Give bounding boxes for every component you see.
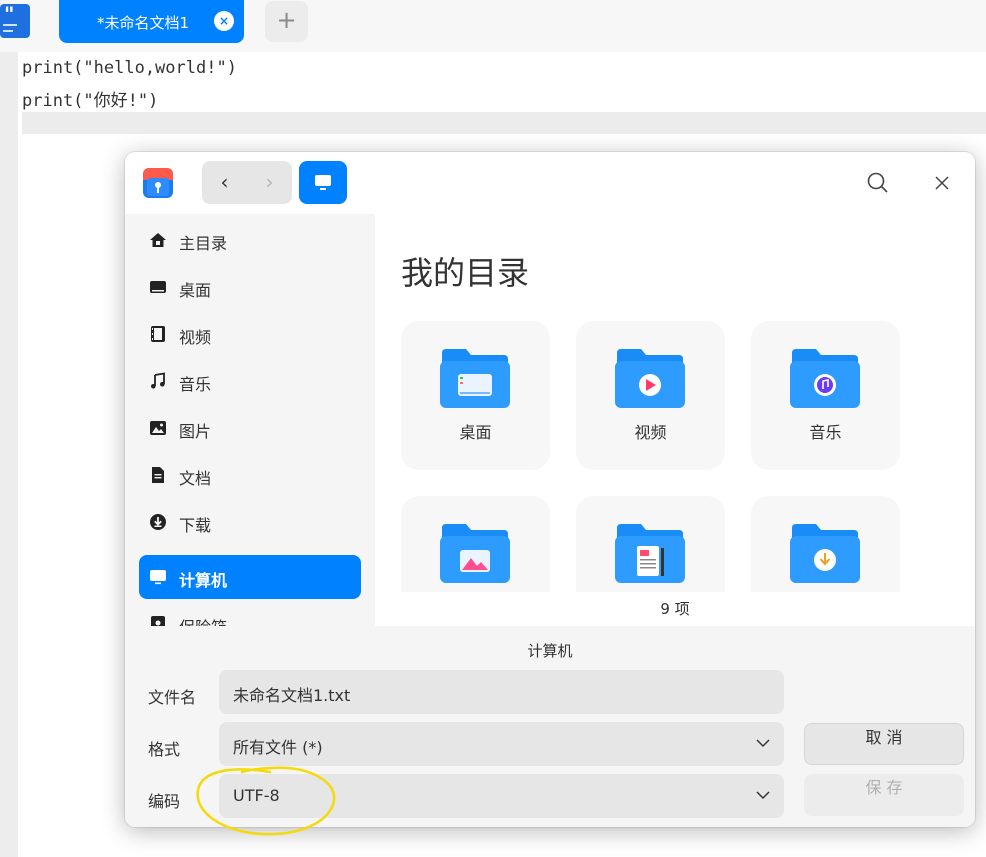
breadcrumb-computer-button[interactable] — [299, 161, 347, 204]
encoding-value: UTF-8 — [233, 786, 280, 805]
sidebar-item-pictures[interactable]: 图片 — [139, 406, 361, 450]
filename-value: 未命名文档1.txt — [233, 686, 351, 705]
music-folder-icon — [790, 349, 860, 408]
save-button[interactable]: 保 存 — [804, 774, 964, 816]
item-count: 9 项 — [375, 592, 975, 626]
page-title: 我的目录 — [401, 254, 530, 292]
forward-button[interactable]: › — [247, 161, 292, 204]
sidebar-item-label: 图片 — [179, 422, 212, 441]
line-gutter — [0, 52, 18, 857]
code-line-2: print("你好!") — [22, 91, 159, 111]
tab-close-icon[interactable]: × — [214, 11, 234, 31]
encoding-label: 编码 — [148, 792, 181, 811]
file-manager-logo-icon — [143, 168, 173, 198]
sidebar-item-computer[interactable]: 计算机 — [139, 555, 361, 599]
sidebar-item-label: 文档 — [179, 469, 212, 488]
chevron-down-icon — [756, 791, 770, 800]
pictures-folder-icon — [440, 524, 510, 583]
sidebar-item-label: 保险箱 — [179, 614, 227, 626]
download-icon — [150, 514, 166, 530]
folder-tile-downloads[interactable] — [751, 496, 900, 592]
sidebar-item-label: 下载 — [179, 516, 212, 535]
safe-icon — [151, 616, 165, 626]
folder-tile-videos[interactable]: 视频 — [576, 321, 725, 470]
sidebar-item-label: 视频 — [179, 328, 212, 347]
desktop-folder-icon — [440, 349, 510, 408]
music-icon — [151, 372, 165, 389]
sidebar-item-documents[interactable]: 文档 — [139, 453, 361, 497]
folder-tile-pictures[interactable] — [401, 496, 550, 592]
tab-untitled-document[interactable]: *未命名文档1 × — [59, 0, 244, 43]
current-directory: 计算机 — [527, 642, 573, 660]
picture-icon — [150, 421, 166, 435]
filename-field[interactable]: 未命名文档1.txt — [219, 670, 784, 714]
back-button[interactable]: ‹ — [202, 161, 247, 204]
tab-label: *未命名文档1 — [97, 14, 190, 32]
downloads-folder-icon — [790, 524, 860, 583]
documents-folder-icon — [615, 524, 685, 583]
dialog-titlebar: ‹ › — [125, 152, 975, 214]
sidebar-item-label: 主目录 — [179, 234, 228, 253]
format-label: 格式 — [148, 740, 181, 759]
folder-tile-documents[interactable] — [576, 496, 725, 592]
sidebar-item-downloads[interactable]: 下载 — [139, 500, 361, 544]
sidebar-item-label: 桌面 — [179, 281, 212, 300]
folder-tile-desktop[interactable]: 桌面 — [401, 321, 550, 470]
tile-label: 桌面 — [459, 423, 492, 442]
document-icon — [152, 467, 164, 483]
cancel-button[interactable]: 取 消 — [804, 723, 964, 765]
sidebar-item-music[interactable]: 音乐 — [139, 359, 361, 403]
save-file-dialog: ‹ › 主目录 桌面 视频 音乐 图片 文档 下载 计算机 我的目录 桌面 视频… — [125, 152, 975, 827]
video-folder-icon — [615, 349, 685, 408]
add-tab-button[interactable]: + — [265, 1, 308, 42]
file-view: 我的目录 桌面 视频 音乐 — [375, 214, 975, 592]
desktop-icon — [150, 281, 166, 293]
computer-icon — [315, 175, 331, 190]
sidebar-item-label: 音乐 — [179, 375, 212, 394]
computer-icon — [150, 570, 166, 585]
encoding-select[interactable]: UTF-8 — [219, 774, 784, 818]
chevron-down-icon — [756, 739, 770, 748]
search-icon[interactable] — [865, 170, 891, 196]
sidebar-item-videos[interactable]: 视频 — [139, 312, 361, 356]
format-value: 所有文件 (*) — [233, 738, 323, 757]
filename-label: 文件名 — [148, 688, 197, 707]
navigation-buttons: ‹ › — [202, 161, 292, 204]
sidebar-item-safe[interactable]: 保险箱 — [139, 602, 361, 626]
text-editor-logo-icon: " — [0, 2, 30, 38]
video-icon — [151, 326, 165, 342]
current-line-highlight — [22, 112, 986, 134]
tile-label: 音乐 — [809, 423, 842, 442]
sidebar-item-desktop[interactable]: 桌面 — [139, 265, 361, 309]
tile-label: 视频 — [634, 423, 667, 442]
close-icon[interactable] — [931, 172, 953, 194]
sidebar: 主目录 桌面 视频 音乐 图片 文档 下载 计算机 — [125, 214, 375, 626]
tab-bar: " *未命名文档1 × + — [0, 0, 986, 52]
save-options: 计算机 文件名 未命名文档1.txt 格式 所有文件 (*) 取 消 编码 UT… — [125, 626, 975, 827]
folder-tile-music[interactable]: 音乐 — [751, 321, 900, 470]
home-icon — [150, 233, 166, 247]
sidebar-item-label: 计算机 — [179, 571, 228, 590]
sidebar-item-home[interactable]: 主目录 — [139, 218, 361, 262]
format-select[interactable]: 所有文件 (*) — [219, 722, 784, 766]
code-line-1: print("hello,world!") — [22, 58, 237, 78]
